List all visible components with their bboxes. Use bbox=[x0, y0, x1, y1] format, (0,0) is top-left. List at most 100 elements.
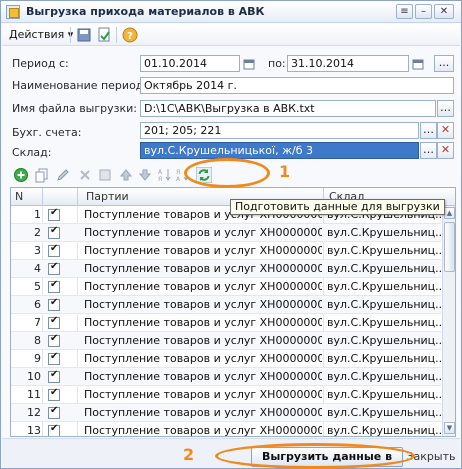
refresh-tooltip: Подготовить данные для выгрузки bbox=[230, 199, 445, 215]
row-number: 9 bbox=[34, 352, 41, 365]
row-checkbox[interactable] bbox=[48, 423, 60, 436]
table-row[interactable]: 13 Поступление товаров и услуг ХН0000000… bbox=[11, 422, 441, 437]
accounts-select-button[interactable]: … bbox=[420, 122, 437, 139]
row-checkbox[interactable] bbox=[48, 207, 60, 221]
row-party: Поступление товаров и услуг ХН000000067 … bbox=[84, 388, 322, 401]
period-select-button[interactable]: ... bbox=[434, 55, 454, 72]
calendar-icon[interactable] bbox=[243, 58, 255, 70]
row-warehouse: вул.С.Крушельниц... bbox=[327, 334, 441, 347]
close-icon[interactable]: ✕ bbox=[434, 4, 454, 19]
minimize-icon[interactable]: – bbox=[415, 4, 432, 19]
row-checkbox[interactable] bbox=[48, 297, 60, 311]
row-number: 2 bbox=[34, 226, 41, 239]
row-party: Поступление товаров и услуг ХН000000051 … bbox=[84, 226, 322, 239]
calendar-icon[interactable] bbox=[412, 58, 424, 70]
svg-text:A: A bbox=[176, 176, 181, 183]
row-number: 5 bbox=[34, 280, 41, 293]
row-number: 13 bbox=[27, 424, 41, 437]
row-party: Поступление товаров и услуг ХН000000069 … bbox=[84, 424, 322, 437]
table-row[interactable]: 4 Поступление товаров и услуг ХН00000005… bbox=[11, 260, 441, 278]
svg-text:Я: Я bbox=[158, 176, 162, 183]
form-icon bbox=[6, 5, 20, 19]
column-divider bbox=[42, 188, 43, 206]
row-party: Поступление товаров и услуг ХН000000065 … bbox=[84, 334, 322, 347]
column-header-parties[interactable]: Партии bbox=[86, 190, 129, 203]
actions-menu-button[interactable]: Действия ▾ bbox=[6, 26, 76, 43]
table-row[interactable]: 9 Поступление товаров и услуг ХН00000006… bbox=[11, 350, 441, 368]
row-checkbox[interactable] bbox=[48, 261, 60, 275]
unload-window: Выгрузка прихода материалов в АВК ≡ – ✕ … bbox=[0, 0, 462, 469]
post-icon[interactable] bbox=[96, 27, 112, 43]
row-warehouse: вул.С.Крушельниц... bbox=[327, 388, 441, 401]
period-name-field[interactable]: Октябрь 2014 г. bbox=[140, 77, 454, 94]
row-checkbox[interactable] bbox=[48, 387, 60, 401]
row-checkbox[interactable] bbox=[48, 351, 60, 365]
row-checkbox[interactable] bbox=[48, 333, 60, 347]
sort-asc-icon[interactable]: A Я bbox=[157, 167, 173, 183]
row-warehouse: вул.С.Крушельниц... bbox=[327, 226, 441, 239]
warehouse-field[interactable]: вул.С.Крушельницької, ж/б 3 bbox=[140, 142, 419, 159]
table-row[interactable]: 6 Поступление товаров и услуг ХН00000005… bbox=[11, 296, 441, 314]
annotation-ellipse-2 bbox=[215, 443, 415, 469]
table-row[interactable]: 2 Поступление товаров и услуг ХН00000005… bbox=[11, 224, 441, 242]
help-icon[interactable]: ? bbox=[122, 27, 138, 43]
scroll-thumb[interactable] bbox=[444, 222, 455, 272]
table-row[interactable]: 5 Поступление товаров и услуг ХН00000005… bbox=[11, 278, 441, 296]
period-to-field[interactable]: 31.10.2014 bbox=[287, 55, 409, 72]
delete-icon[interactable] bbox=[77, 167, 93, 183]
edit-icon[interactable] bbox=[55, 167, 71, 183]
add-icon[interactable] bbox=[13, 167, 29, 183]
table-row[interactable]: 3 Поступление товаров и услуг ХН00000005… bbox=[11, 242, 441, 260]
row-checkbox[interactable] bbox=[48, 315, 60, 329]
toolbar-separator bbox=[116, 27, 117, 43]
table-scrollbar[interactable]: ▲ ▼ bbox=[442, 206, 455, 436]
row-party: Поступление товаров и услуг ХН000000057 … bbox=[84, 262, 322, 275]
column-divider bbox=[77, 188, 78, 206]
copy-icon[interactable] bbox=[34, 167, 50, 183]
row-number: 1 bbox=[34, 208, 41, 221]
row-checkbox[interactable] bbox=[48, 369, 60, 383]
row-party: Поступление товаров и услуг ХН000000061 … bbox=[84, 370, 322, 383]
warehouse-clear-button[interactable]: ✕ bbox=[437, 142, 454, 159]
title-bar: Выгрузка прихода материалов в АВК ≡ – ✕ bbox=[1, 1, 461, 23]
row-warehouse: вул.С.Крушельниц... bbox=[327, 280, 441, 293]
row-party: Поступление товаров и услуг ХН000000058 … bbox=[84, 280, 322, 293]
row-number: 6 bbox=[34, 298, 41, 311]
row-checkbox[interactable] bbox=[48, 243, 60, 257]
move-down-icon[interactable] bbox=[137, 167, 153, 183]
row-checkbox[interactable] bbox=[48, 225, 60, 239]
row-party: Поступление товаров и услуг ХН000000059 … bbox=[84, 298, 322, 311]
accounts-clear-button[interactable]: ✕ bbox=[437, 122, 454, 139]
row-party: Поступление товаров и услуг ХН000000066 … bbox=[84, 406, 322, 419]
table-row[interactable]: 10 Поступление товаров и услуг ХН0000000… bbox=[11, 368, 441, 386]
warehouse-select-button[interactable]: … bbox=[420, 142, 437, 159]
period-from-field[interactable]: 01.10.2014 bbox=[140, 55, 240, 72]
file-browse-button[interactable]: … bbox=[437, 100, 454, 117]
scroll-down-icon[interactable]: ▼ bbox=[444, 422, 455, 434]
row-warehouse: вул.С.Крушельниц... bbox=[327, 316, 441, 329]
window-title: Выгрузка прихода материалов в АВК bbox=[26, 5, 265, 18]
row-warehouse: вул.С.Крушельниц... bbox=[327, 424, 441, 437]
move-up-icon[interactable] bbox=[118, 167, 134, 183]
scroll-up-icon[interactable]: ▲ bbox=[444, 207, 455, 219]
file-name-label: Имя файла выгрузки: bbox=[12, 102, 137, 115]
toolbar-separator bbox=[70, 27, 71, 43]
table-row[interactable]: 12 Поступление товаров и услуг ХН0000000… bbox=[11, 404, 441, 422]
row-number: 8 bbox=[34, 334, 41, 347]
save-icon[interactable] bbox=[76, 27, 92, 43]
annotation-number-2: 2 bbox=[183, 445, 195, 464]
table-row[interactable]: 7 Поступление товаров и услуг ХН00000006… bbox=[11, 314, 441, 332]
row-party: Поступление товаров и услуг ХН000000062 … bbox=[84, 316, 322, 329]
accounts-field[interactable]: 201; 205; 221 bbox=[140, 122, 419, 139]
svg-text:Я: Я bbox=[176, 169, 180, 176]
table-row[interactable]: 8 Поступление товаров и услуг ХН00000006… bbox=[11, 332, 441, 350]
row-checkbox[interactable] bbox=[48, 405, 60, 419]
column-header-n[interactable]: N bbox=[15, 190, 23, 203]
row-checkbox[interactable] bbox=[48, 279, 60, 293]
menu-icon[interactable]: ≡ bbox=[396, 4, 413, 19]
table-row[interactable]: 11 Поступление товаров и услуг ХН0000000… bbox=[11, 386, 441, 404]
end-edit-icon[interactable] bbox=[97, 167, 113, 183]
file-name-field[interactable]: D:\1C\АВК\Выгрузка в АВК.txt bbox=[140, 100, 436, 117]
accounts-label: Бухг. счета: bbox=[12, 126, 82, 139]
annotation-ellipse-1 bbox=[184, 158, 270, 188]
